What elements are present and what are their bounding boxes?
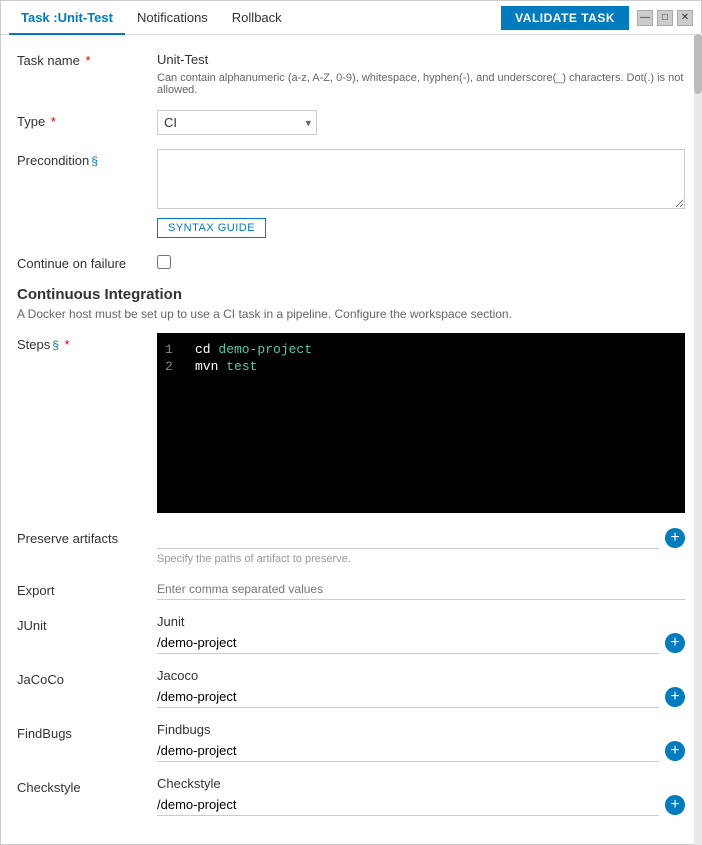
- export-row: Export: [17, 579, 685, 600]
- checkstyle-row: Checkstyle Checkstyle +: [17, 776, 685, 816]
- task-name-row: Task name * Unit-Test Can contain alphan…: [17, 49, 685, 96]
- steps-link-icon[interactable]: §: [52, 338, 59, 352]
- precondition-field: SYNTAX GUIDE: [157, 149, 685, 238]
- continue-on-failure-checkbox[interactable]: [157, 255, 171, 269]
- continue-on-failure-label: Continue on failure: [17, 252, 157, 271]
- export-label: Export: [17, 579, 157, 598]
- code-line-1: 1 cd demo-project: [157, 341, 685, 358]
- title-bar: Task :Unit-Test Notifications Rollback V…: [1, 1, 701, 35]
- window-controls: — □ ✕: [637, 10, 693, 26]
- tab-notifications[interactable]: Notifications: [125, 2, 220, 35]
- tab-rollback[interactable]: Rollback: [220, 2, 294, 35]
- line-number-2: 2: [165, 359, 185, 374]
- task-name-hint: Can contain alphanumeric (a-z, A-Z, 0-9)…: [157, 72, 685, 96]
- checkstyle-name-value: Checkstyle: [157, 776, 685, 791]
- type-row: Type * CI Maven Gradle Ant Shell ▾: [17, 110, 685, 135]
- preserve-artifacts-input[interactable]: [157, 527, 659, 549]
- task-name-label: Task name *: [17, 49, 157, 68]
- precondition-textarea[interactable]: [157, 149, 685, 209]
- junit-label: JUnit: [17, 614, 157, 633]
- line-number-1: 1: [165, 342, 185, 357]
- scrollbar-track[interactable]: [694, 34, 702, 845]
- code-line-2: 2 mvn test: [157, 358, 685, 375]
- code-editor[interactable]: 1 cd demo-project 2 mvn test: [157, 333, 685, 513]
- form-content: Task name * Unit-Test Can contain alphan…: [1, 35, 701, 844]
- preserve-artifacts-hint: Specify the paths of artifact to preserv…: [157, 553, 685, 565]
- code-content-2: mvn test: [195, 359, 257, 374]
- restore-button[interactable]: □: [657, 10, 673, 26]
- ci-section-hint: A Docker host must be set up to use a CI…: [17, 307, 685, 321]
- checkstyle-label: Checkstyle: [17, 776, 157, 795]
- export-field: [157, 579, 685, 600]
- minimize-button[interactable]: —: [637, 10, 653, 26]
- ci-section-title: Continuous Integration: [17, 286, 685, 303]
- junit-add-button[interactable]: +: [665, 633, 685, 653]
- junit-row: JUnit Junit +: [17, 614, 685, 654]
- precondition-row: Precondition§ SYNTAX GUIDE: [17, 149, 685, 238]
- findbugs-row: FindBugs Findbugs +: [17, 722, 685, 762]
- checkstyle-path-input[interactable]: [157, 794, 659, 816]
- preserve-add-button[interactable]: +: [665, 528, 685, 548]
- jacoco-name-value: Jacoco: [157, 668, 685, 683]
- tab-task[interactable]: Task :Unit-Test: [9, 2, 125, 35]
- steps-required: *: [61, 337, 70, 352]
- continue-on-failure-row: Continue on failure: [17, 252, 685, 272]
- junit-path-row: +: [157, 632, 685, 654]
- steps-editor: 1 cd demo-project 2 mvn test: [157, 333, 685, 513]
- findbugs-name-value: Findbugs: [157, 722, 685, 737]
- jacoco-row: JaCoCo Jacoco +: [17, 668, 685, 708]
- checkstyle-add-button[interactable]: +: [665, 795, 685, 815]
- code-content-1: cd demo-project: [195, 342, 312, 357]
- precondition-label: Precondition§: [17, 149, 157, 168]
- continue-on-failure-field: [157, 252, 685, 272]
- preserve-input-row: +: [157, 527, 685, 549]
- validate-task-button[interactable]: VALIDATE TASK: [501, 6, 629, 30]
- preserve-artifacts-row: Preserve artifacts + Specify the paths o…: [17, 527, 685, 565]
- type-required: *: [47, 114, 56, 129]
- precondition-link-icon[interactable]: §: [91, 154, 98, 168]
- steps-label: Steps§ *: [17, 333, 157, 352]
- task-name-field: Unit-Test Can contain alphanumeric (a-z,…: [157, 49, 685, 96]
- export-input[interactable]: [157, 579, 685, 600]
- preserve-artifacts-field: + Specify the paths of artifact to prese…: [157, 527, 685, 565]
- steps-row: Steps§ * 1 cd demo-project 2 mvn test: [17, 333, 685, 513]
- findbugs-add-button[interactable]: +: [665, 741, 685, 761]
- junit-name-value: Junit: [157, 614, 685, 629]
- scrollbar-thumb[interactable]: [694, 34, 702, 94]
- checkstyle-field: Checkstyle +: [157, 776, 685, 816]
- jacoco-path-row: +: [157, 686, 685, 708]
- ci-section: Continuous Integration A Docker host mus…: [17, 286, 685, 321]
- findbugs-label: FindBugs: [17, 722, 157, 741]
- syntax-guide-button[interactable]: SYNTAX GUIDE: [157, 218, 266, 238]
- main-window: Task :Unit-Test Notifications Rollback V…: [0, 0, 702, 845]
- checkstyle-path-row: +: [157, 794, 685, 816]
- jacoco-field: Jacoco +: [157, 668, 685, 708]
- required-indicator: *: [82, 53, 91, 68]
- type-select[interactable]: CI Maven Gradle Ant Shell: [157, 110, 317, 135]
- preserve-artifacts-label: Preserve artifacts: [17, 527, 157, 546]
- findbugs-path-row: +: [157, 740, 685, 762]
- junit-path-input[interactable]: [157, 632, 659, 654]
- findbugs-field: Findbugs +: [157, 722, 685, 762]
- junit-field: Junit +: [157, 614, 685, 654]
- type-select-wrapper: CI Maven Gradle Ant Shell ▾: [157, 110, 317, 135]
- jacoco-path-input[interactable]: [157, 686, 659, 708]
- jacoco-label: JaCoCo: [17, 668, 157, 687]
- task-name-value: Unit-Test: [157, 49, 685, 70]
- close-button[interactable]: ✕: [677, 10, 693, 26]
- type-field: CI Maven Gradle Ant Shell ▾: [157, 110, 685, 135]
- jacoco-add-button[interactable]: +: [665, 687, 685, 707]
- type-label: Type *: [17, 110, 157, 129]
- findbugs-path-input[interactable]: [157, 740, 659, 762]
